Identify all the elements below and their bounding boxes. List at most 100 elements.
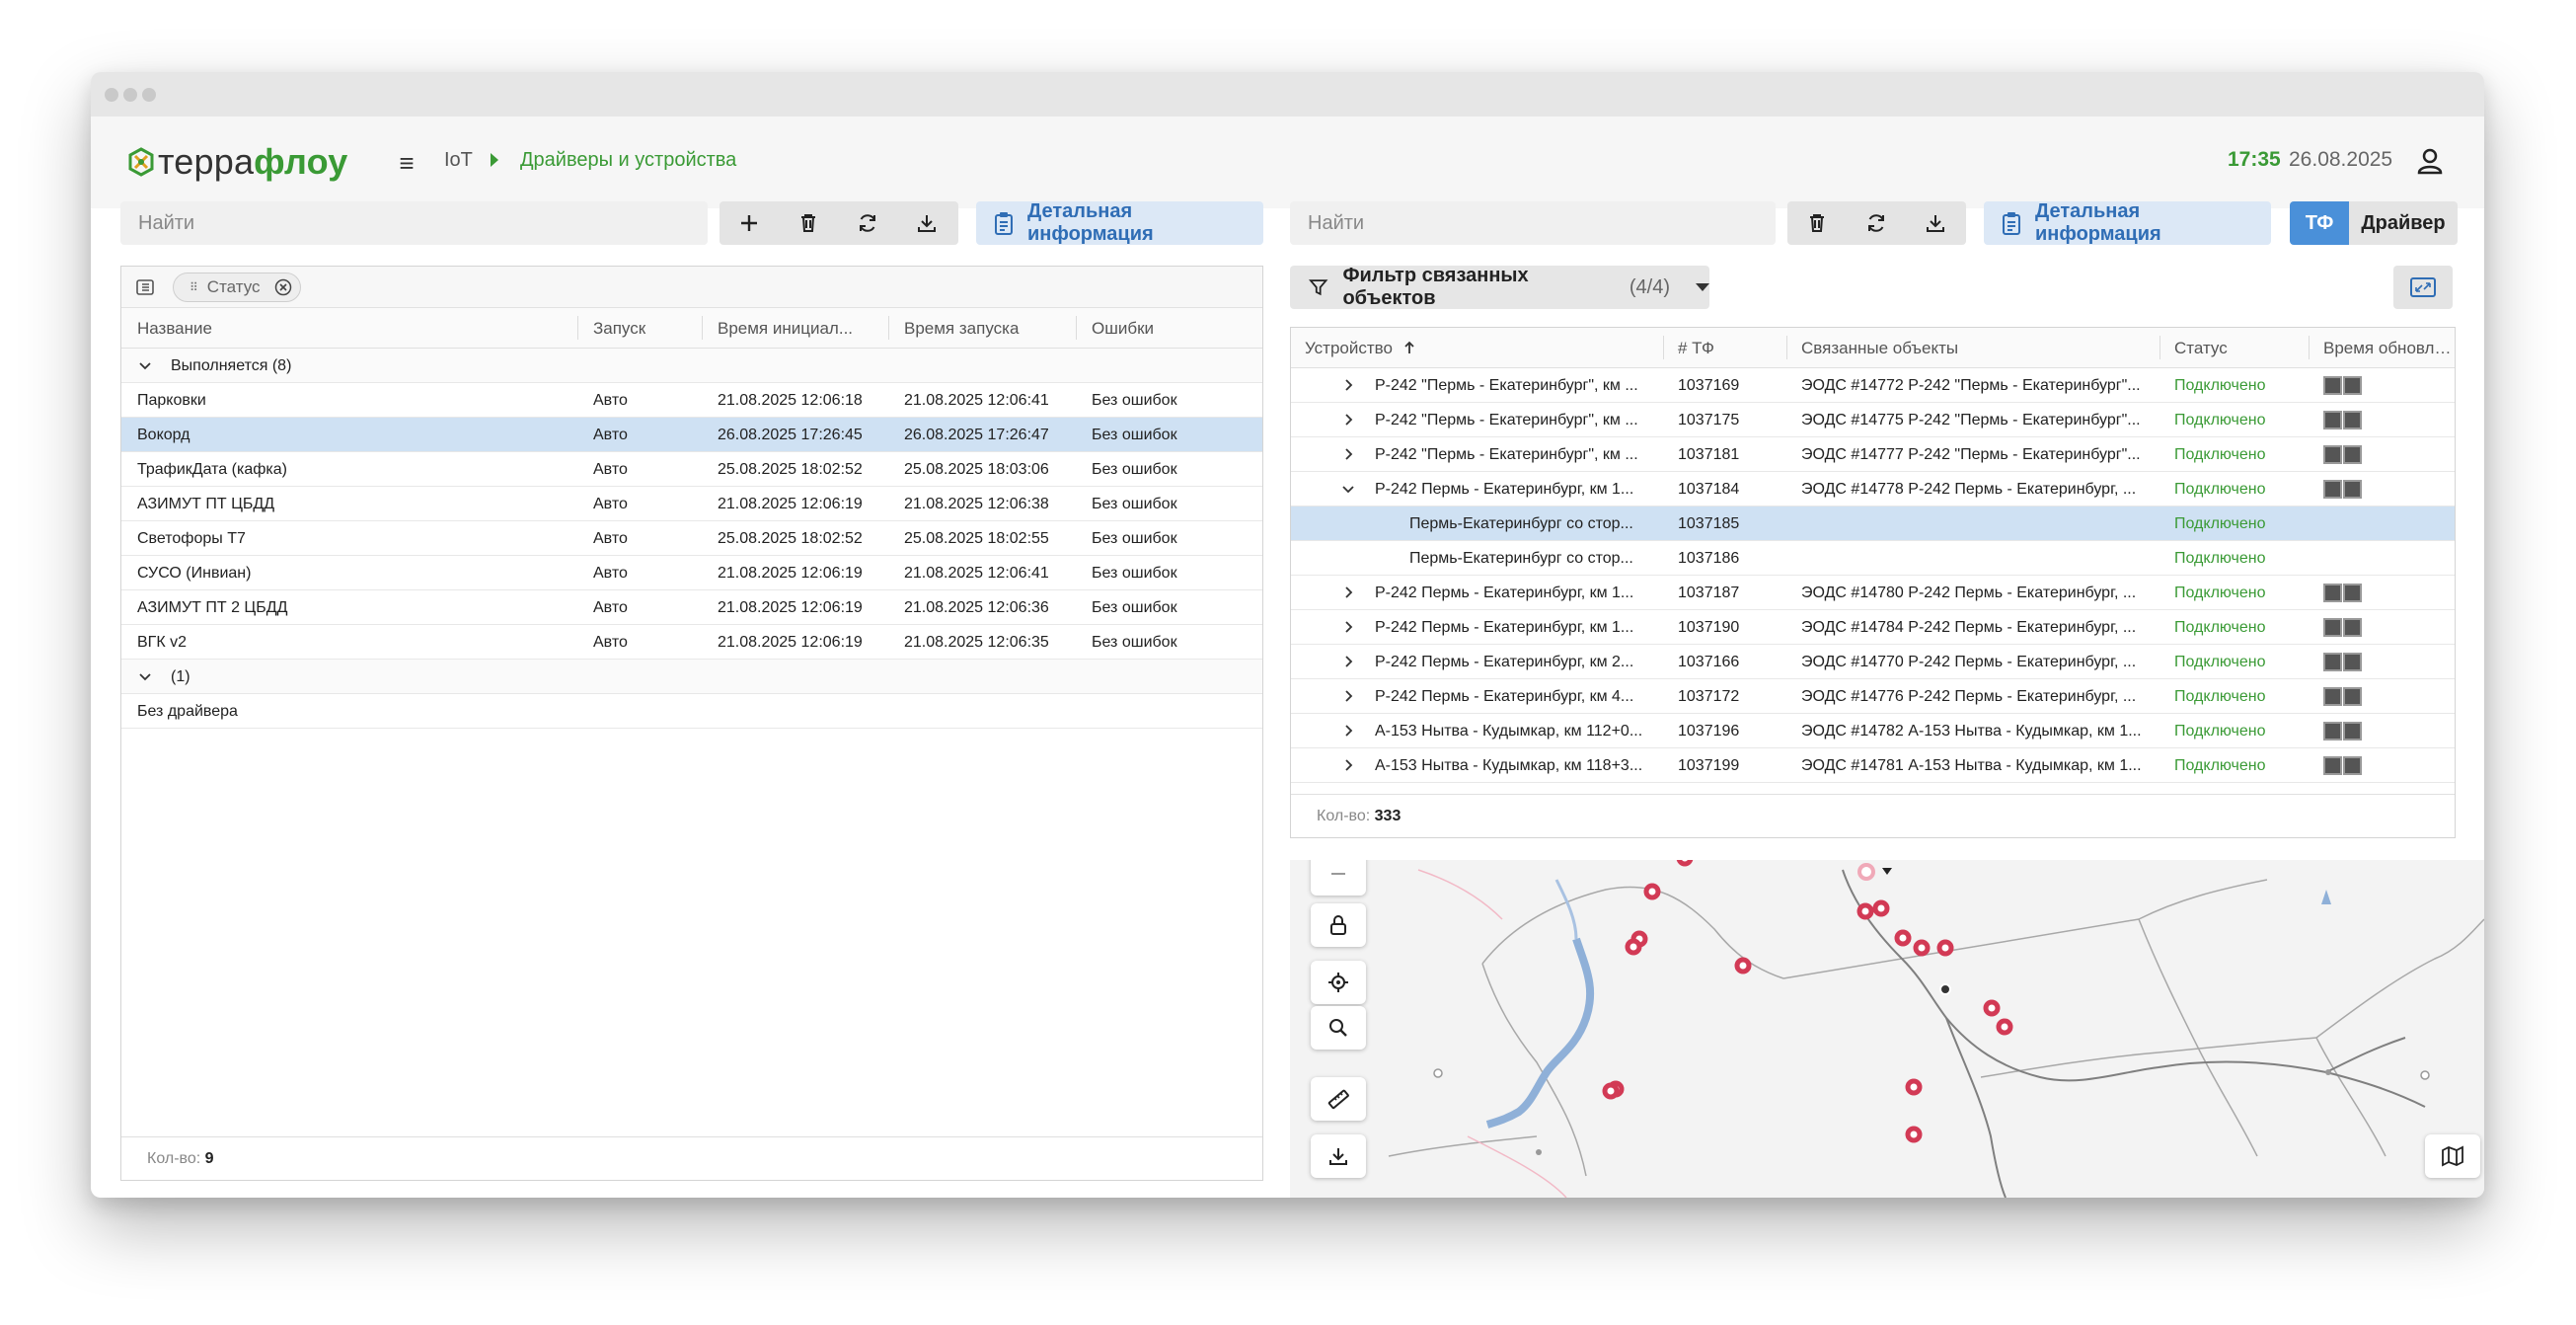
col-divider[interactable] [2159, 336, 2160, 359]
col-launch[interactable]: Запуск [593, 319, 702, 339]
col-device[interactable]: Устройство [1305, 339, 1413, 358]
map-marker[interactable] [1996, 1018, 2013, 1036]
chevron-right-icon[interactable] [1340, 688, 1356, 704]
table-row[interactable]: Р-242 Пермь - Екатеринбург, км 1... 1037… [1291, 472, 2455, 507]
map-marker[interactable] [1905, 1078, 1923, 1096]
chevron-right-icon[interactable] [1340, 377, 1356, 393]
window-close-dot[interactable] [105, 88, 118, 102]
col-divider[interactable] [1076, 316, 1077, 340]
table-row[interactable]: АЗИМУТ ПТ 2 ЦБДД Авто 21.08.2025 12:06:1… [121, 590, 1262, 625]
map-marker[interactable] [1676, 860, 1694, 867]
breadcrumb-iot[interactable]: IoT [444, 149, 473, 172]
table-row[interactable]: Р-242 "Пермь - Екатеринбург", км ... 103… [1291, 403, 2455, 437]
linked-objects-filter[interactable]: Фильтр связанных объектов (4/4) [1290, 265, 1709, 309]
table-row[interactable]: Парковки Авто 21.08.2025 12:06:18 21.08.… [121, 383, 1262, 418]
locate-button[interactable] [1311, 961, 1366, 1004]
chevron-right-icon[interactable] [1340, 723, 1356, 739]
map-layers-button[interactable] [2425, 1134, 2480, 1178]
user-account-icon[interactable] [2415, 146, 2445, 176]
drivers-search-input[interactable] [120, 201, 708, 245]
chevron-down-icon[interactable] [1340, 481, 1356, 497]
group-row-running[interactable]: Выполняется (8) [121, 349, 1262, 383]
table-row[interactable]: Р-242 Пермь - Екатеринбург, км 4... 1037… [1291, 679, 2455, 714]
map-download-button[interactable] [1311, 1134, 1366, 1178]
table-row[interactable]: ВГК v2 Авто 21.08.2025 12:06:19 21.08.20… [121, 625, 1262, 660]
add-button[interactable] [720, 201, 779, 245]
map-marker[interactable] [1625, 938, 1642, 956]
map-marker[interactable] [1856, 902, 1874, 920]
table-row-selected[interactable]: Пермь-Екатеринбург со стор... 1037185 По… [1291, 507, 2455, 541]
col-init-time[interactable]: Время инициал... [718, 319, 885, 339]
map-marker[interactable] [1983, 999, 2001, 1017]
table-row[interactable]: Р-242 "Пермь - Екатеринбург", км ... 103… [1291, 368, 2455, 403]
col-divider[interactable] [2309, 336, 2310, 359]
table-row[interactable]: Р-242 "Пермь - Екатеринбург", км ... 103… [1291, 437, 2455, 472]
hamburger-menu-icon[interactable]: ≡ [392, 148, 421, 178]
col-divider[interactable] [702, 316, 703, 340]
table-row[interactable]: А-153 Нытва - Кудымкар, км 112+0... 1037… [1291, 714, 2455, 748]
col-tf-number[interactable]: # ТФ [1678, 339, 1786, 358]
devices-detail-button[interactable]: Детальная информация [1984, 200, 2271, 245]
group-row-no-status[interactable]: (1) [121, 660, 1262, 694]
chevron-right-icon[interactable] [1340, 619, 1356, 635]
map-marker[interactable] [1894, 929, 1912, 947]
drag-handle-icon[interactable]: ⠿ [189, 280, 198, 294]
chevron-right-icon[interactable] [1340, 757, 1356, 773]
col-linked-objects[interactable]: Связанные объекты [1801, 339, 2157, 358]
table-row-selected[interactable]: Вокорд Авто 26.08.2025 17:26:45 26.08.20… [121, 418, 1262, 452]
app-logo[interactable]: террафлоу [126, 142, 348, 182]
chip-remove-icon[interactable] [274, 278, 292, 296]
table-row[interactable]: А-153 Нытва - Кудымкар, км 118+3... 1037… [1291, 748, 2455, 783]
device-markers[interactable] [1602, 860, 2013, 1143]
table-row[interactable]: Р-242 Пермь - Екатеринбург, км 1... 1037… [1291, 576, 2455, 610]
table-row[interactable]: Р-242 Пермь - Екатеринбург, км 1... 1037… [1291, 610, 2455, 645]
col-status[interactable]: Статус [2174, 339, 2303, 358]
map-marker[interactable] [1936, 939, 1954, 957]
col-divider[interactable] [577, 316, 578, 340]
zoom-out-button[interactable] [1311, 860, 1366, 896]
toggle-driver[interactable]: Драйвер [2349, 201, 2458, 245]
map-selected-point[interactable] [1939, 983, 1951, 995]
map-canvas[interactable] [1290, 860, 2484, 1198]
map-marker[interactable] [1734, 957, 1752, 974]
col-start-time[interactable]: Время запуска [904, 319, 1072, 339]
table-row[interactable]: АЗИМУТ ПТ ЦБДД Авто 21.08.2025 12:06:19 … [121, 487, 1262, 521]
expand-map-button[interactable] [2393, 266, 2453, 309]
map-marker[interactable] [1602, 1082, 1620, 1100]
table-row[interactable]: Светофоры Т7 Авто 25.08.2025 18:02:52 25… [121, 521, 1262, 556]
table-row[interactable]: ТрафикДата (кафка) Авто 25.08.2025 18:02… [121, 452, 1262, 487]
map-marker[interactable] [1913, 939, 1931, 957]
delete-button[interactable] [779, 201, 838, 245]
toggle-tf[interactable]: ТФ [2290, 201, 2349, 245]
chevron-right-icon[interactable] [1340, 412, 1356, 428]
status-group-chip[interactable]: ⠿ Статус [173, 273, 301, 302]
col-name[interactable]: Название [137, 319, 571, 339]
col-divider[interactable] [1786, 336, 1787, 359]
group-toggle-icon[interactable] [135, 277, 155, 297]
map-search-button[interactable] [1311, 1006, 1366, 1050]
col-update-time[interactable]: Время обновле... [2323, 339, 2452, 358]
table-row[interactable]: Пермь-Екатеринбург со стор... 1037186 По… [1291, 541, 2455, 576]
chevron-right-icon[interactable] [1340, 585, 1356, 600]
devices-delete-button[interactable] [1787, 201, 1847, 245]
col-divider[interactable] [1663, 336, 1664, 359]
devices-search-input[interactable] [1290, 201, 1776, 245]
chevron-down-icon[interactable] [137, 668, 153, 684]
table-row[interactable]: Без драйвера [121, 694, 1262, 729]
devices-refresh-button[interactable] [1847, 201, 1906, 245]
map-marker-faded[interactable] [1857, 863, 1875, 881]
chevron-right-icon[interactable] [1340, 446, 1356, 462]
map-marker[interactable] [1905, 1126, 1923, 1143]
window-zoom-dot[interactable] [142, 88, 156, 102]
table-row[interactable]: СУСО (Инвиан) Авто 21.08.2025 12:06:19 2… [121, 556, 1262, 590]
col-errors[interactable]: Ошибки [1092, 319, 1250, 339]
map-marker[interactable] [1872, 899, 1890, 917]
table-row[interactable]: Р-242 Пермь - Екатеринбург, км 2... 1037… [1291, 645, 2455, 679]
measure-button[interactable] [1311, 1077, 1366, 1121]
col-divider[interactable] [888, 316, 889, 340]
chevron-right-icon[interactable] [1340, 654, 1356, 669]
refresh-button[interactable] [838, 201, 897, 245]
chevron-down-icon[interactable] [137, 357, 153, 373]
devices-download-button[interactable] [1906, 201, 1965, 245]
map-marker[interactable] [1643, 883, 1661, 900]
